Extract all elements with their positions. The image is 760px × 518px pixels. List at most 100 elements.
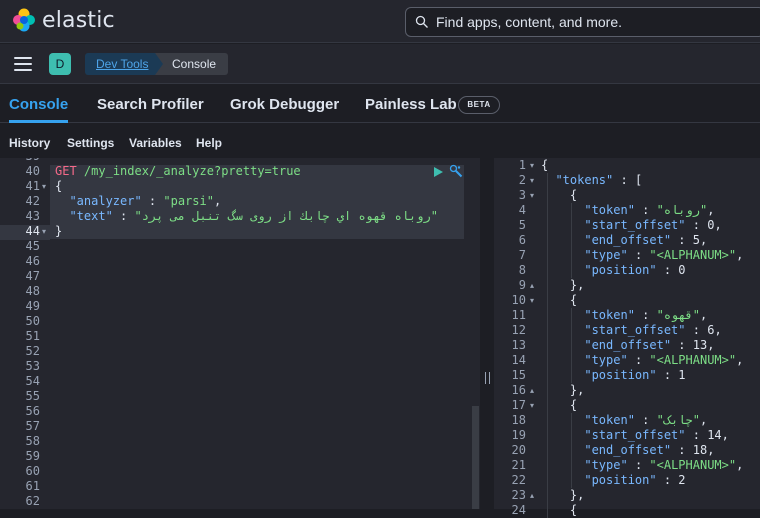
- punct: },: [541, 488, 585, 502]
- resize-handle-icon[interactable]: [485, 372, 490, 384]
- elastic-logo-icon[interactable]: [12, 8, 36, 32]
- request-line-number: 51: [25, 329, 40, 343]
- tab-console[interactable]: Console: [9, 96, 68, 113]
- brand-name[interactable]: elastic: [42, 8, 115, 33]
- punct: ,: [736, 248, 744, 262]
- request-line-number: 52: [25, 344, 40, 358]
- json-key: "end_offset": [584, 443, 672, 457]
- fold-arrow-icon[interactable]: ▾: [530, 191, 534, 200]
- fold-arrow-icon[interactable]: ▴: [530, 281, 534, 290]
- fold-arrow-icon[interactable]: ▴: [530, 386, 534, 395]
- punct: {: [541, 503, 578, 517]
- json-key: "text": [55, 209, 113, 223]
- response-line: "position" : 2: [541, 473, 686, 487]
- response-line: "token" : "روباه",: [541, 203, 714, 217]
- json-key: "token": [584, 203, 635, 217]
- request-line-number: 50: [25, 314, 40, 328]
- punct: ,: [736, 458, 744, 472]
- response-line: "start_offset" : 6,: [541, 323, 721, 337]
- nav-history[interactable]: History: [9, 136, 50, 150]
- separator: :: [634, 413, 657, 427]
- response-line: },: [541, 278, 584, 292]
- response-line-number: 5: [518, 218, 526, 232]
- response-line-number: 14: [511, 353, 526, 367]
- json-key: "position": [584, 368, 657, 382]
- tab-painless-lab[interactable]: Painless Lab: [365, 96, 457, 113]
- separator: :: [671, 338, 693, 352]
- punct: ,: [707, 338, 715, 352]
- separator: :: [671, 443, 693, 457]
- json-key: "type": [584, 248, 628, 262]
- request-line-number: 54: [25, 374, 40, 388]
- top-header: elastic Find apps, content, and more.: [0, 0, 760, 43]
- separator: :: [627, 248, 650, 262]
- space-avatar[interactable]: D: [49, 53, 71, 75]
- tab-search-profiler[interactable]: Search Profiler: [97, 96, 204, 113]
- http-method: GET: [55, 164, 77, 178]
- response-line-number: 19: [511, 428, 526, 442]
- separator: :: [685, 323, 708, 337]
- response-line-number: 3: [518, 188, 526, 202]
- json-string: "چابک": [656, 413, 700, 427]
- request-line-number: 45: [25, 239, 40, 253]
- fold-arrow-icon[interactable]: ▾: [530, 176, 534, 185]
- fold-arrow-icon[interactable]: ▾: [530, 296, 534, 305]
- json-string: "<ALPHANUM>": [649, 248, 737, 262]
- fold-arrow-icon[interactable]: ▾: [42, 182, 46, 191]
- separator: :: [671, 233, 693, 247]
- request-line-number: 42: [25, 194, 40, 208]
- request-line-number: 49: [25, 299, 40, 313]
- nav-settings[interactable]: Settings: [67, 136, 114, 150]
- tab-grok-debugger[interactable]: Grok Debugger: [230, 96, 339, 113]
- request-line-clip: 3940414243444546474849505152535455565758…: [0, 158, 480, 509]
- punct: ,: [714, 218, 722, 232]
- response-line-number: 17: [511, 398, 526, 412]
- breadcrumb-dev-tools[interactable]: Dev Tools: [85, 53, 166, 75]
- json-number: 0: [678, 263, 686, 277]
- breadcrumb-console: Console: [155, 53, 229, 75]
- json-number: 1: [678, 368, 686, 382]
- response-line-number: 7: [518, 248, 526, 262]
- response-line-number: 21: [511, 458, 526, 472]
- request-line-number: 40: [25, 164, 40, 178]
- beta-badge: BETA: [458, 96, 500, 114]
- global-search-input[interactable]: Find apps, content, and more.: [405, 7, 760, 37]
- json-key: "start_offset": [584, 428, 686, 442]
- json-key: "position": [584, 473, 657, 487]
- fold-arrow-icon[interactable]: ▾: [530, 401, 534, 410]
- json-string: "parsi": [163, 194, 214, 208]
- separator: :: [627, 353, 650, 367]
- punct: ,: [707, 443, 715, 457]
- request-line-number: 59: [25, 449, 40, 463]
- json-number: 2: [678, 473, 686, 487]
- json-key: "end_offset": [584, 338, 672, 352]
- json-key: "position": [584, 263, 657, 277]
- fold-arrow-icon[interactable]: ▾: [42, 227, 46, 236]
- pane-divider[interactable]: [480, 158, 494, 509]
- response-line: "tokens" : [: [541, 173, 642, 187]
- fold-arrow-icon[interactable]: ▴: [530, 491, 534, 500]
- response-line: "end_offset" : 5,: [541, 233, 707, 247]
- separator: :: [656, 263, 679, 277]
- request-line-number: 48: [25, 284, 40, 298]
- json-key: "analyzer": [55, 194, 142, 208]
- json-key: "start_offset": [584, 218, 686, 232]
- response-line-number: 23: [511, 488, 526, 502]
- response-line-number: 9: [518, 278, 526, 292]
- response-line-number: 20: [511, 443, 526, 457]
- response-line-number: 22: [511, 473, 526, 487]
- nav-help[interactable]: Help: [196, 136, 222, 150]
- nav-variables[interactable]: Variables: [129, 136, 182, 150]
- fold-arrow-icon[interactable]: ▾: [530, 161, 534, 170]
- json-number: 13: [692, 338, 708, 352]
- separator: :: [634, 308, 657, 322]
- hamburger-menu-icon[interactable]: [14, 56, 32, 72]
- response-line-number: 8: [518, 263, 526, 277]
